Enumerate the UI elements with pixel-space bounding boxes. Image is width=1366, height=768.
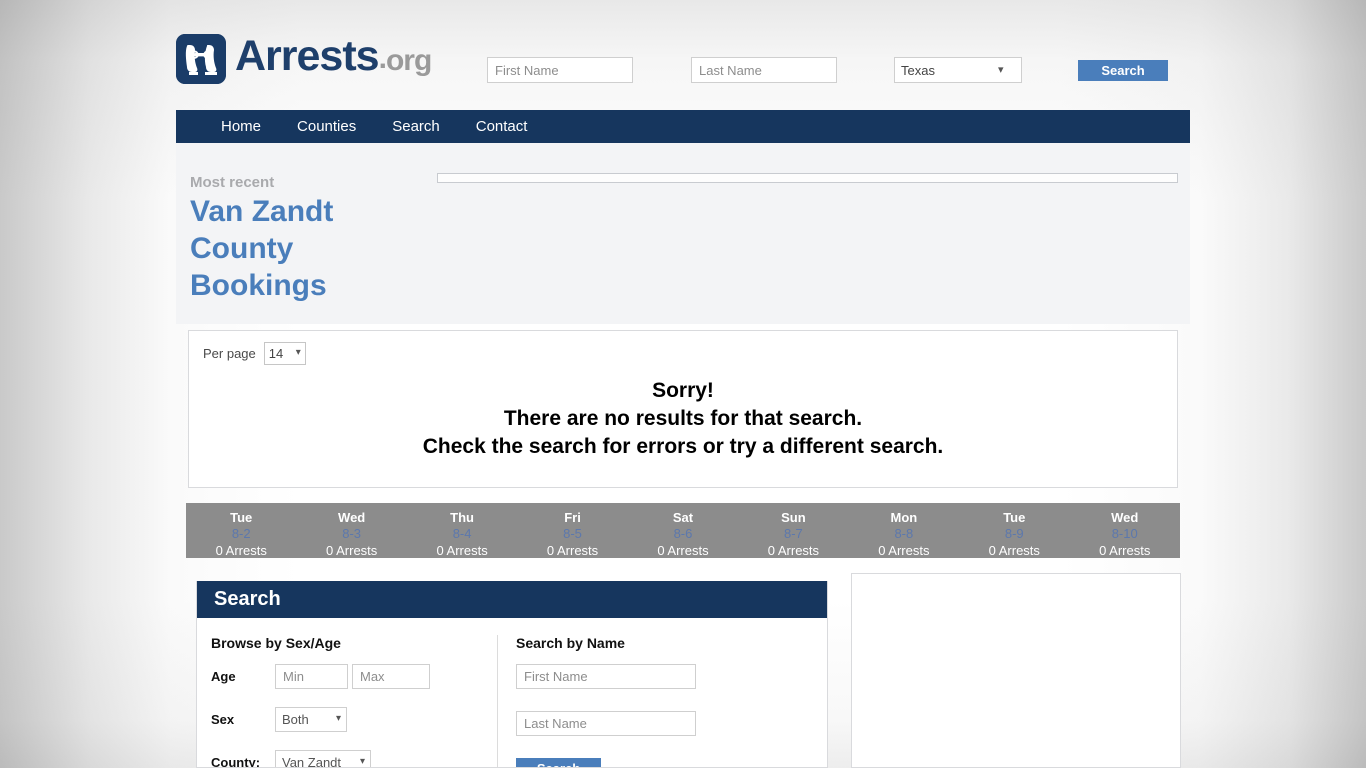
site-header: Arrests.org Texas ▾ Search [176, 0, 1190, 110]
search-panel-title: Search [197, 581, 827, 618]
top-ad-placeholder [437, 173, 1178, 183]
age-min-input[interactable] [275, 664, 348, 689]
day-arrest-count: 0 Arrests [1099, 543, 1151, 558]
day-date: 8-4 [452, 526, 472, 541]
no-results-message: Sorry! There are no results for that sea… [189, 377, 1177, 461]
day-date: 8-2 [231, 526, 251, 541]
header-first-name-input[interactable] [487, 57, 633, 83]
day-date: 8-3 [342, 526, 362, 541]
day-date: 8-5 [563, 526, 582, 541]
sidebar-ad-placeholder [851, 573, 1181, 768]
day-of-week: Fri [564, 510, 581, 525]
browse-heading: Browse by Sex/Age [211, 635, 341, 651]
header-last-name-input[interactable] [691, 57, 837, 83]
day-of-week: Tue [230, 510, 253, 525]
day-of-week: Thu [450, 510, 474, 525]
header-state-select[interactable]: Texas [894, 57, 1022, 83]
panel-first-name-input[interactable] [516, 664, 696, 689]
most-recent-eyebrow: Most recent [190, 174, 275, 191]
nav-item-contact[interactable]: Contact [458, 110, 546, 143]
browse-by-sex-age-column: Browse by Sex/Age Age Sex Both ▾ [197, 635, 497, 768]
day-arrest-count: 0 Arrests [878, 543, 930, 558]
day-of-week: Sat [672, 510, 694, 525]
day-of-week: Sun [781, 510, 806, 525]
day-arrest-count: 0 Arrests [657, 543, 709, 558]
header-search-button[interactable]: Search [1078, 60, 1168, 81]
search-panel-body: Browse by Sex/Age Age Sex Both ▾ [197, 618, 827, 768]
no-results-line-3: Check the search for errors or try a dif… [422, 435, 944, 458]
day-date: 8-8 [894, 526, 914, 541]
sex-field-row: Sex Both ▾ [211, 707, 497, 732]
day-date: 8-9 [1004, 526, 1024, 541]
logo-name: Arrests [235, 32, 380, 80]
no-results-line-1: Sorry! [652, 379, 714, 402]
age-label: Age [211, 669, 236, 684]
day-of-week: Tue [1003, 510, 1026, 525]
logo-wordmark: Arrests.org [235, 32, 432, 84]
page-title: Van Zandt County Bookings [190, 195, 334, 302]
page-root: Arrests.org Texas ▾ Search Home Counties… [0, 0, 1366, 768]
search-by-name-heading: Search by Name [516, 635, 625, 651]
day-cell[interactable]: Tue 8-2 0 Arrests [186, 503, 296, 558]
day-date: 8-6 [673, 526, 693, 541]
no-results-line-2: There are no results for that search. [503, 407, 863, 430]
logo-dot: . [378, 42, 387, 75]
logo-suffix: org [385, 44, 432, 77]
search-panel: Search Browse by Sex/Age Age Sex Both ▾ [196, 581, 828, 768]
per-page-select[interactable]: 14 [263, 342, 306, 365]
day-arrest-count: 0 Arrests [988, 543, 1040, 558]
nav-item-search[interactable]: Search [374, 110, 458, 143]
day-arrest-count: 0 Arrests [546, 543, 599, 558]
county-field-row: County: Van Zandt ▾ [211, 750, 497, 768]
day-arrest-count: 0 Arrests [436, 543, 488, 558]
age-field-row: Age [211, 664, 497, 689]
day-cell[interactable]: Sat 8-6 0 Arrests [628, 503, 738, 558]
sex-label: Sex [211, 712, 235, 727]
day-arrest-count: 0 Arrests [215, 543, 267, 558]
per-page-control: Per page 14 ▾ [203, 342, 306, 365]
day-cell[interactable]: Tue 8-9 0 Arrests [959, 503, 1069, 558]
panel-search-button[interactable]: Search [516, 758, 601, 767]
sex-select[interactable]: Both [275, 707, 347, 732]
handcuffs-icon [176, 33, 226, 84]
age-max-input[interactable] [352, 664, 430, 689]
main-navigation: Home Counties Search Contact [176, 110, 1190, 143]
day-summary-strip: Tue 8-2 0 Arrests Wed 8-3 0 Arrests Thu … [186, 503, 1180, 558]
day-cell[interactable]: Thu 8-4 0 Arrests [407, 503, 517, 558]
day-cell[interactable]: Sun 8-7 0 Arrests [738, 503, 848, 558]
nav-item-counties[interactable]: Counties [279, 110, 374, 143]
county-select-wrap: Van Zandt ▾ [275, 750, 371, 767]
results-container: Per page 14 ▾ Sorry! There are no result… [188, 330, 1178, 488]
day-of-week: Wed [1111, 510, 1139, 525]
day-of-week: Wed [338, 510, 366, 525]
day-date: 8-7 [784, 526, 803, 541]
day-cell[interactable]: Mon 8-8 0 Arrests [849, 503, 959, 558]
day-cell[interactable]: Wed 8-3 0 Arrests [296, 503, 406, 558]
site-logo[interactable]: Arrests.org [176, 32, 432, 84]
panel-last-name-input[interactable] [516, 711, 696, 736]
day-of-week: Mon [890, 510, 918, 525]
per-page-select-wrap: 14 ▾ [263, 342, 306, 365]
search-by-name-column: Search by Name Search [497, 635, 817, 767]
title-band: Most recent Van Zandt County Bookings [176, 143, 1190, 324]
sex-select-wrap: Both ▾ [275, 707, 347, 732]
nav-item-home[interactable]: Home [203, 110, 279, 143]
day-arrest-count: 0 Arrests [326, 543, 378, 558]
per-page-label: Per page [203, 346, 256, 361]
county-select[interactable]: Van Zandt [275, 750, 371, 767]
day-arrest-count: 0 Arrests [767, 543, 820, 558]
day-cell[interactable]: Fri 8-5 0 Arrests [517, 503, 627, 558]
day-date: 8-10 [1111, 526, 1138, 541]
day-cell[interactable]: Wed 8-10 0 Arrests [1070, 503, 1180, 558]
county-label: County: [211, 755, 261, 768]
